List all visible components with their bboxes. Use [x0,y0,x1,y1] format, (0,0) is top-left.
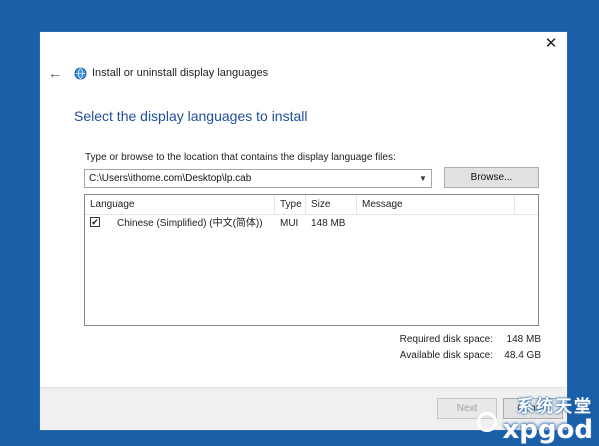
chevron-down-icon[interactable]: ▼ [415,174,431,183]
watermark-top-text: 系统天堂 [517,397,593,417]
path-input[interactable]: C:\Users\ithome.com\Desktop\lp.cab [85,173,415,184]
list-item[interactable]: ✔ Chinese (Simplified) (中文(简体)) MUI 148 M… [85,215,538,233]
required-disk-row: Required disk space: 148 MB [400,332,541,348]
install-languages-dialog: ✕ ← Install or uninstall display languag… [40,32,567,430]
available-disk-row: Available disk space: 48.4 GB [400,348,541,364]
watermark-logo-icon [477,412,497,432]
language-list[interactable]: Language Type Size Message ✔ Chinese (Sim… [84,194,539,326]
page-title: Select the display languages to install [74,108,308,124]
language-cell: ✔ Chinese (Simplified) (中文(简体)) [85,215,275,233]
list-header: Language Type Size Message [85,195,538,215]
column-header-filler [515,195,538,214]
disk-space-info: Required disk space: 148 MB Available di… [400,332,541,364]
browse-button[interactable]: Browse... [444,167,539,188]
required-disk-label: Required disk space: [399,334,493,345]
close-icon[interactable]: ✕ [543,36,559,52]
required-disk-value: 148 MB [506,334,541,345]
available-disk-label: Available disk space: [399,350,493,361]
globe-icon [74,67,87,79]
size-cell: 148 MB [311,218,346,229]
back-arrow-icon[interactable]: ← [48,65,62,81]
column-header-message[interactable]: Message [357,195,515,214]
column-header-language[interactable]: Language [85,195,275,214]
path-label: Type or browse to the location that cont… [85,152,396,163]
column-header-size[interactable]: Size [306,195,357,214]
language-name: Chinese (Simplified) (中文(简体)) [117,218,263,229]
available-disk-value: 48.4 GB [504,350,541,361]
type-cell: MUI [280,218,299,229]
watermark-bottom-text: xpgod [502,415,593,445]
site-watermark: 系统天堂 xpgod [477,392,593,445]
nav-row: ← Install or uninstall display languages [48,64,268,82]
column-header-type[interactable]: Type [275,195,306,214]
wizard-title: Install or uninstall display languages [92,67,269,79]
path-combobox[interactable]: C:\Users\ithome.com\Desktop\lp.cab ▼ [84,169,432,188]
checkbox-icon[interactable]: ✔ [90,217,100,228]
